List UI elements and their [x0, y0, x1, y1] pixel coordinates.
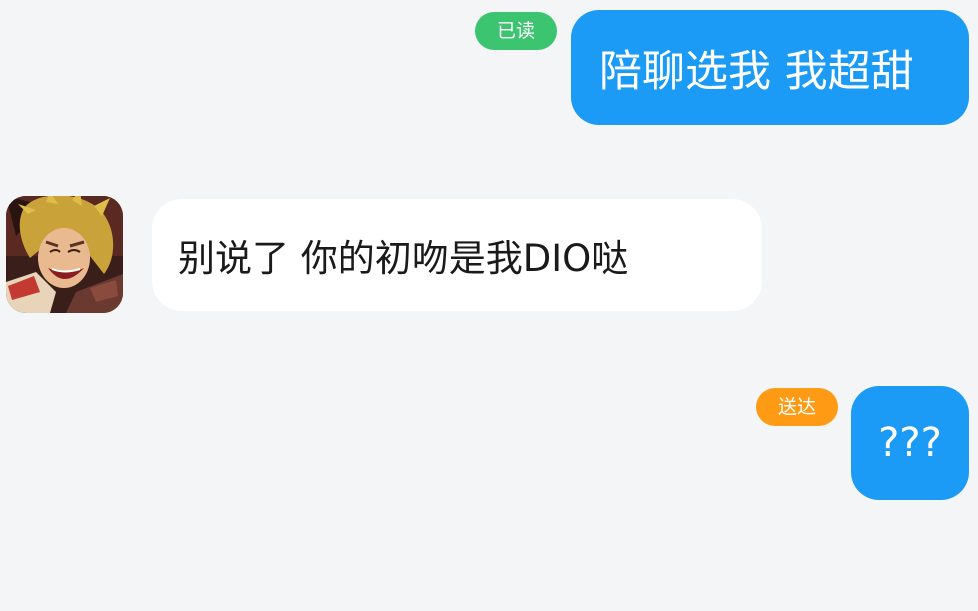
- character-avatar-icon[interactable]: [6, 196, 123, 313]
- message-text: ???: [878, 420, 942, 466]
- incoming-message-bubble[interactable]: 别说了 你的初吻是我DIO哒: [152, 199, 762, 311]
- read-status-badge: 已读: [475, 12, 557, 50]
- delivered-status-badge: 送达: [756, 388, 838, 426]
- outgoing-message-bubble[interactable]: 陪聊选我 我超甜: [571, 10, 969, 125]
- message-text: 别说了 你的初吻是我DIO哒: [178, 237, 629, 280]
- outgoing-message-bubble[interactable]: ???: [851, 386, 969, 500]
- message-text: 陪聊选我 我超甜: [599, 46, 914, 97]
